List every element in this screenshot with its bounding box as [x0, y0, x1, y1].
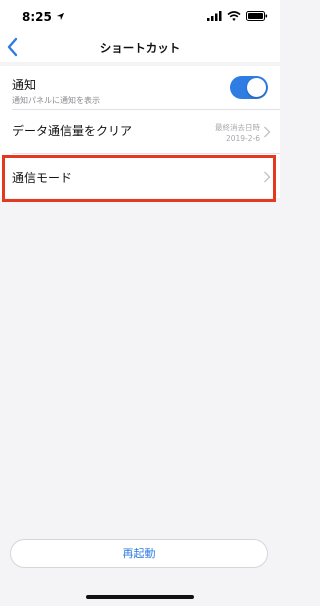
- list-item-notification: 通知 通知パネルに通知を表示: [0, 66, 280, 110]
- battery-icon: [246, 11, 268, 21]
- page-title: ショートカット: [99, 41, 181, 55]
- nav-bar: ショートカット: [0, 34, 280, 62]
- highlight-box: [2, 155, 276, 202]
- status-bar: 8:25: [0, 0, 280, 34]
- wifi-icon: [227, 11, 241, 21]
- location-arrow-icon: [56, 12, 65, 21]
- notification-toggle[interactable]: [230, 76, 268, 99]
- restart-button[interactable]: 再起動: [10, 539, 268, 568]
- home-indicator: [86, 595, 194, 599]
- notification-title: 通知: [12, 78, 37, 92]
- last-cleared-date: 2019-2-6: [225, 134, 260, 143]
- toggle-knob: [247, 78, 266, 97]
- last-cleared-label: 最終消去日時: [215, 123, 260, 132]
- list-item-clear-data[interactable]: データ通信量をクリア 最終消去日時 2019-2-6: [0, 110, 280, 154]
- status-icons: [207, 11, 268, 21]
- chevron-right-icon: [264, 126, 271, 138]
- clear-data-title: データ通信量をクリア: [12, 124, 133, 138]
- notification-subtitle: 通知パネルに通知を表示: [12, 96, 100, 105]
- status-time: 8:25: [22, 10, 52, 24]
- signal-icon: [207, 11, 222, 21]
